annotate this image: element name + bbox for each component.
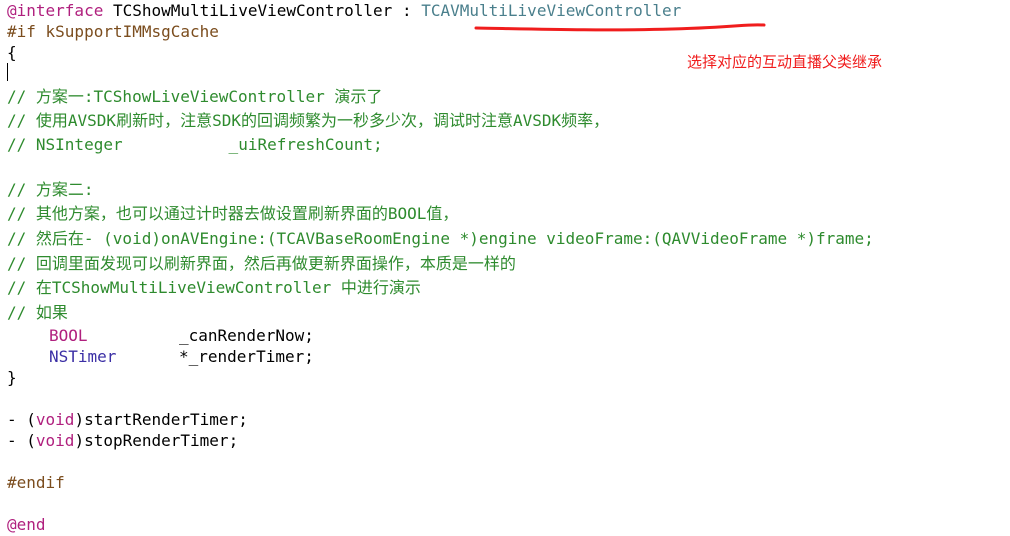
comment-line: // 其他方案，也可以通过计时器去做设置刷新界面的BOOL值， — [7, 204, 459, 223]
comment-line: // 回调里面发现可以刷新界面，然后再做更新界面操作，本质是一样的 — [7, 254, 516, 273]
return-type: void — [35, 431, 75, 450]
open-brace: { — [7, 43, 17, 62]
annotation-note: 选择对应的互动直播父类继承 — [687, 53, 883, 71]
method-name: )startRenderTimer; — [74, 410, 248, 429]
return-type: void — [35, 410, 75, 429]
method-decl: - (void)stopRenderTimer; — [7, 430, 238, 451]
method-name: )stopRenderTimer; — [74, 431, 239, 450]
endif-directive: #endif — [7, 473, 65, 492]
red-underline — [474, 23, 766, 32]
comment-line: // 方案二: — [7, 180, 94, 199]
interface-keyword: @interface — [7, 1, 104, 20]
text-cursor — [7, 63, 8, 81]
method-prefix: - ( — [7, 431, 36, 450]
ivar-line: BOOL — [49, 325, 88, 346]
comment-line: // 方案一:TCShowLiveViewController 演示了 — [7, 87, 383, 106]
end-keyword: @end — [7, 515, 46, 534]
comment-line: // 使用AVSDK刷新时，注意SDK的回调频繁为一秒多少次，调试时注意AVSD… — [7, 111, 610, 130]
method-decl: - (void)startRenderTimer; — [7, 409, 248, 430]
interface-line: @interface TCShowMultiLiveViewController… — [7, 0, 681, 21]
ivar-name: _canRenderNow; — [179, 326, 314, 345]
ivar-type: BOOL — [49, 326, 88, 345]
ivar-line: NSTimer — [49, 346, 116, 367]
ivar-type: NSTimer — [49, 347, 117, 366]
superclass-name: TCAVMultiLiveViewController — [421, 1, 682, 20]
ivar-name: *_renderTimer; — [179, 347, 314, 366]
comment-line: // 在TCShowMultiLiveViewController 中进行演示 — [7, 278, 421, 297]
if-directive: #if kSupportIMMsgCache — [7, 22, 219, 41]
method-prefix: - ( — [7, 410, 36, 429]
comment-line: // 然后在- (void)onAVEngine:(TCAVBaseRoomEn… — [7, 229, 874, 248]
close-brace: } — [7, 368, 17, 387]
code-editor[interactable]: @interface TCShowMultiLiveViewController… — [0, 0, 1010, 536]
comment-line: // 如果 — [7, 303, 68, 322]
interface-name: TCShowMultiLiveViewController : — [103, 1, 422, 20]
comment-line: // NSInteger _uiRefreshCount; — [7, 135, 383, 154]
